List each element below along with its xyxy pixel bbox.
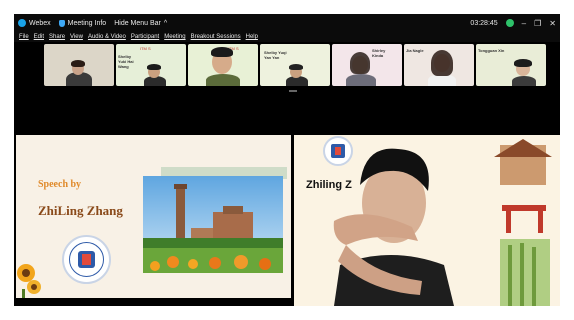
participant-tile[interactable]: Shelby Yuqi Yan Yan xyxy=(260,44,330,86)
chevron-up-icon: ^ xyxy=(163,19,168,27)
participant-name: Shirley Kinda xyxy=(372,48,386,58)
participant-tile[interactable]: ITM S Shelby Yuki Hai Wang xyxy=(116,44,186,86)
sunflower-decoration xyxy=(17,264,41,298)
speaker-scene xyxy=(294,135,560,306)
meeting-info-button[interactable]: Meeting Info xyxy=(58,19,107,27)
title-bar: Webex Meeting Info Hide Menu Bar ^ 03:28… xyxy=(14,14,560,32)
menu-edit[interactable]: Edit xyxy=(34,34,44,40)
menu-breakout-sessions[interactable]: Breakout Sessions xyxy=(191,34,241,40)
webex-window: Webex Meeting Info Hide Menu Bar ^ 03:28… xyxy=(14,14,560,306)
meeting-info-label: Meeting Info xyxy=(67,19,107,27)
participant-hair xyxy=(147,64,161,70)
participant-hair xyxy=(350,52,370,74)
status-icon[interactable] xyxy=(505,19,514,27)
participant-tile[interactable] xyxy=(44,44,114,86)
participant-hair xyxy=(514,59,532,67)
webex-logo-icon xyxy=(18,19,26,27)
hide-menu-bar-button[interactable]: Hide Menu Bar ^ xyxy=(114,20,167,27)
participant-tile[interactable]: Tongguan Xin xyxy=(476,44,546,86)
participant-tile[interactable]: Shirley Kinda xyxy=(332,44,402,86)
menu-participant[interactable]: Participant xyxy=(131,34,159,40)
strip-page-indicator[interactable] xyxy=(289,90,297,92)
participant-hair xyxy=(211,47,233,57)
participant-hair xyxy=(71,60,85,67)
menu-share[interactable]: Share xyxy=(49,34,65,40)
menu-help[interactable]: Help xyxy=(246,34,258,40)
hide-menu-label: Hide Menu Bar xyxy=(114,19,161,27)
participant-strip: ITM S Shelby Yuki Hai Wang ITM S Shelby … xyxy=(14,42,560,88)
speech-by-label: Speech by xyxy=(38,179,82,190)
campus-photo xyxy=(143,176,283,273)
speaker-name: ZhiLing Zhang xyxy=(38,203,123,218)
active-speaker-video[interactable]: Zhiling Z xyxy=(294,135,560,306)
meeting-timer: 03:28:45 xyxy=(470,19,498,27)
slide-title-partial: Zhiling Z xyxy=(306,179,352,191)
app-title[interactable]: Webex xyxy=(14,19,51,27)
participant-name: Tongguan Xin xyxy=(478,48,505,53)
participant-video xyxy=(346,74,376,86)
shared-slide: Speech by ZhiLing Zhang xyxy=(16,135,291,298)
close-icon[interactable]: ✕ xyxy=(549,19,556,28)
minimize-icon[interactable]: – xyxy=(522,19,526,28)
menu-meeting[interactable]: Meeting xyxy=(164,34,185,40)
app-name: Webex xyxy=(29,19,51,27)
participant-video xyxy=(206,74,240,86)
menu-file[interactable]: File xyxy=(19,34,29,40)
participant-name: Shelby Yuqi Yan Yan xyxy=(264,50,287,60)
restore-icon[interactable]: ❐ xyxy=(534,19,541,28)
menu-view[interactable]: View xyxy=(70,34,83,40)
menu-bar: File Edit Share View Audio & Video Parti… xyxy=(14,32,560,42)
university-seal-logo xyxy=(62,235,111,284)
participant-name: Shelby Yuki Hai Wang xyxy=(118,54,134,69)
participant-video xyxy=(512,76,536,86)
participant-tile[interactable]: ITM S xyxy=(188,44,258,86)
org-badge: ITM S xyxy=(140,46,151,51)
participant-tile[interactable]: Jia Nagle xyxy=(404,44,474,86)
participant-hair xyxy=(431,50,453,76)
participant-name: Jia Nagle xyxy=(406,48,424,53)
menu-audio-video[interactable]: Audio & Video xyxy=(88,34,126,40)
shield-icon xyxy=(58,19,65,27)
participant-hair xyxy=(289,64,303,70)
